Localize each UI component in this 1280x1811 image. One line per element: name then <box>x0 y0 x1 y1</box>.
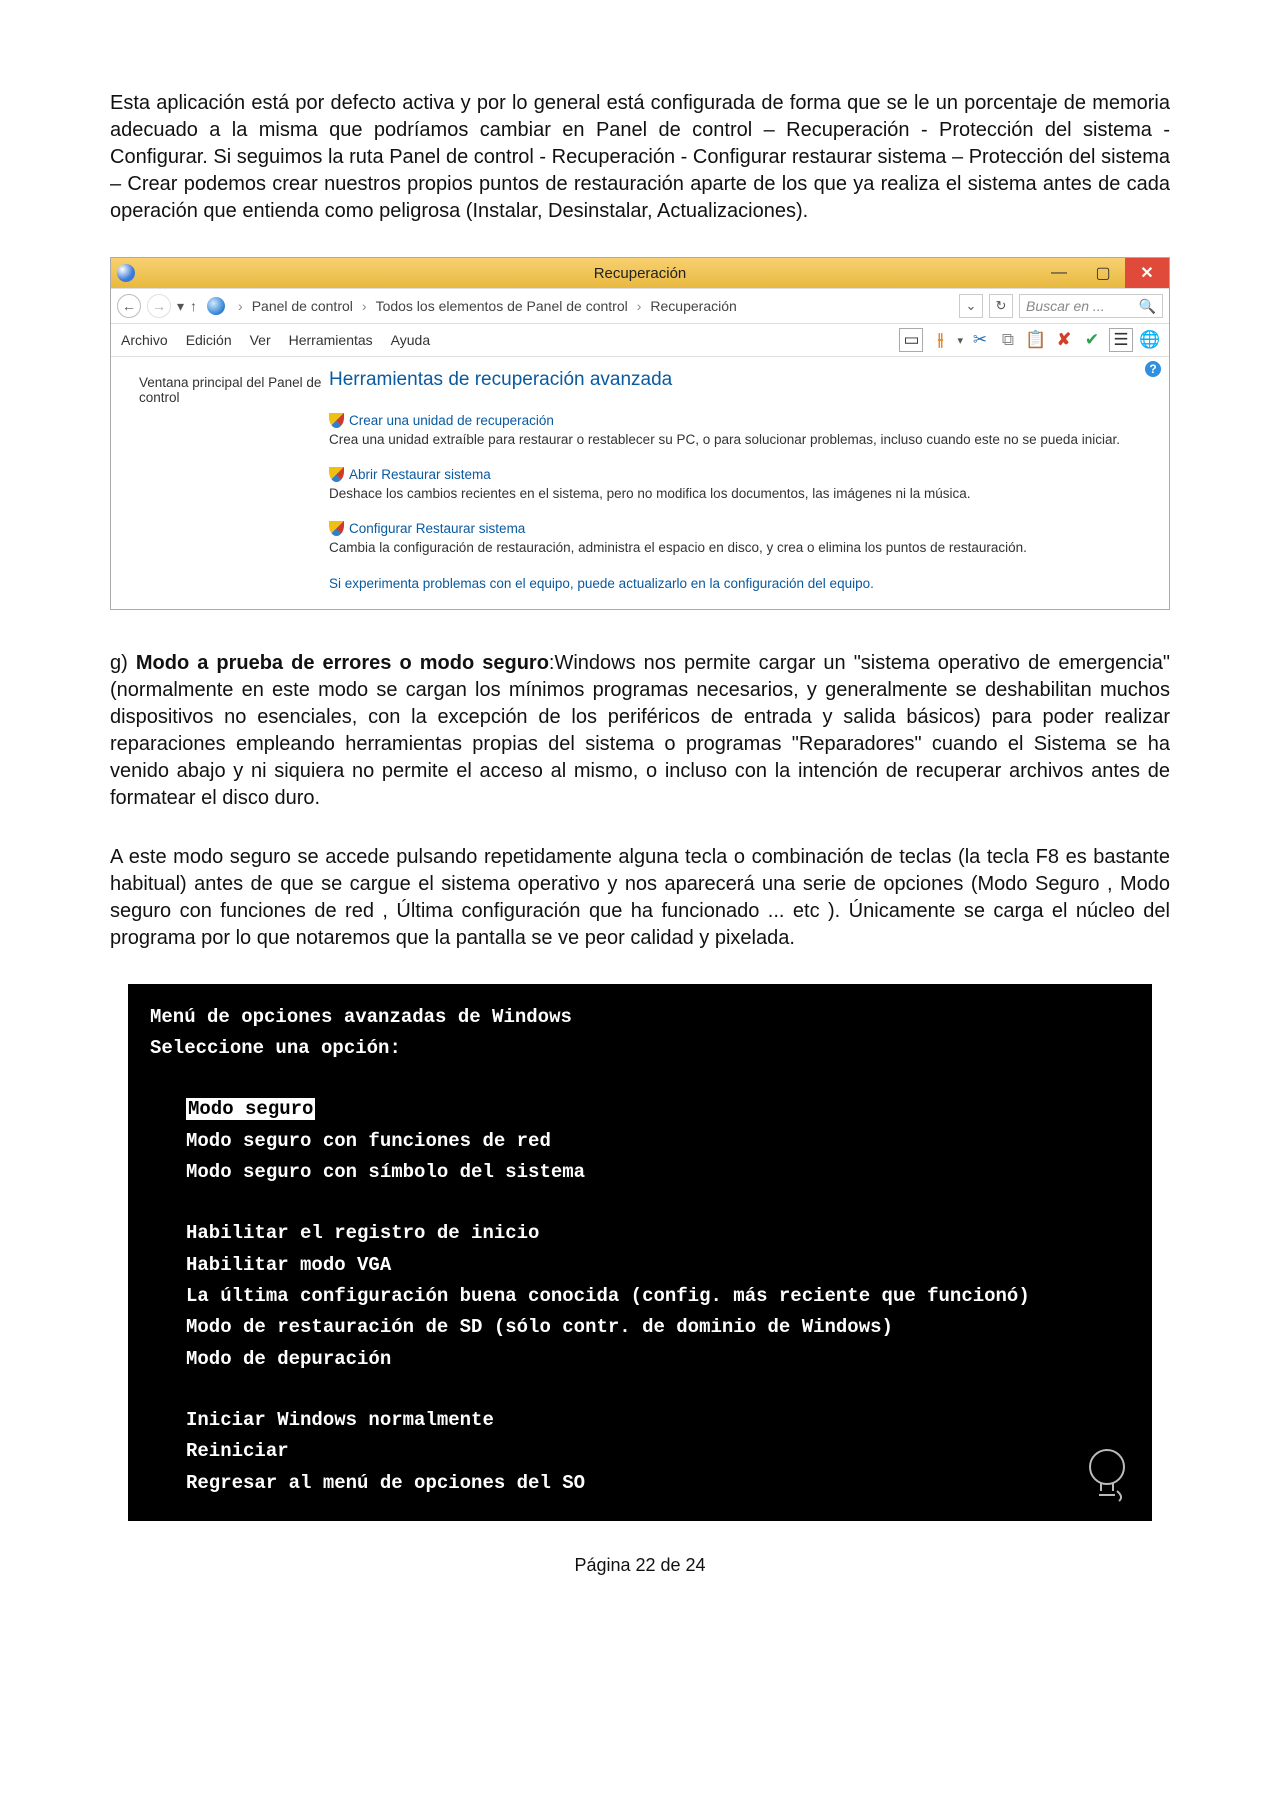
recovery-window: Recuperación — ▢ ✕ ← → ▾ ↑ › Panel de co… <box>110 257 1170 610</box>
back-button[interactable]: ← <box>117 294 141 318</box>
close-button[interactable]: ✕ <box>1125 258 1169 288</box>
recent-dropdown[interactable]: ▾ <box>177 298 184 315</box>
breadcrumb-sep: › <box>634 298 645 314</box>
lightbulb-icon <box>1084 1447 1130 1503</box>
breadcrumb-2[interactable]: Todos los elementos de Panel de control <box>376 298 628 314</box>
breadcrumb-sep: › <box>359 298 370 314</box>
toolbar-dropdown-icon[interactable]: ▾ <box>957 334 963 347</box>
console-line: Seleccione una opción: <box>150 1033 1130 1064</box>
console-option[interactable]: Habilitar modo VGA <box>150 1250 1130 1281</box>
window-titlebar: Recuperación — ▢ ✕ <box>111 258 1169 288</box>
globe-icon[interactable]: 🌐 <box>1139 329 1161 351</box>
location-icon <box>207 297 225 315</box>
console-option[interactable]: Modo seguro con funciones de red <box>150 1126 1130 1157</box>
shield-icon <box>329 521 344 536</box>
console-option[interactable]: Regresar al menú de opciones del SO <box>150 1468 1130 1499</box>
minimize-button[interactable]: — <box>1037 258 1081 288</box>
toolbar-organize-icon[interactable]: ⫲ <box>929 329 951 351</box>
link-open-system-restore[interactable]: Abrir Restaurar sistema <box>329 467 1151 482</box>
boot-menu-console: Menú de opciones avanzadas de Windows Se… <box>128 984 1152 1521</box>
option-desc: Deshace los cambios recientes en el sist… <box>329 485 1151 503</box>
console-option-selected[interactable]: Modo seguro <box>186 1098 315 1120</box>
shield-icon <box>329 413 344 428</box>
recovery-heading: Herramientas de recuperación avanzada <box>329 369 1151 391</box>
paste-icon[interactable]: 📋 <box>1025 329 1047 351</box>
paragraph-1: Esta aplicación está por defecto activa … <box>110 90 1170 225</box>
link-label: Configurar Restaurar sistema <box>349 521 525 536</box>
window-title: Recuperación <box>111 265 1169 282</box>
page-number: Página 22 de 24 <box>110 1555 1170 1576</box>
maximize-button[interactable]: ▢ <box>1081 258 1125 288</box>
cut-icon[interactable]: ✂ <box>969 329 991 351</box>
address-bar: ← → ▾ ↑ › Panel de control › Todos los e… <box>111 288 1169 324</box>
console-option[interactable]: Habilitar el registro de inicio <box>150 1218 1130 1249</box>
link-label: Abrir Restaurar sistema <box>349 467 491 482</box>
para2-prefix: g) <box>110 652 136 674</box>
search-input[interactable]: Buscar en ... 🔍 <box>1019 294 1163 318</box>
console-option[interactable]: Modo de restauración de SD (sólo contr. … <box>150 1312 1130 1343</box>
breadcrumb-1[interactable]: Panel de control <box>252 298 353 314</box>
forward-button[interactable]: → <box>147 294 171 318</box>
paragraph-3: A este modo seguro se accede pulsando re… <box>110 844 1170 952</box>
breadcrumb-3[interactable]: Recuperación <box>650 298 736 314</box>
menu-bar: Archivo Edición Ver Herramientas Ayuda ▭… <box>111 324 1169 357</box>
shield-icon <box>329 467 344 482</box>
link-label: Crear una unidad de recuperación <box>349 413 554 428</box>
para2-bold: Modo a prueba de errores o modo seguro <box>136 652 549 674</box>
option-desc: Crea una unidad extraíble para restaurar… <box>329 431 1151 449</box>
apply-icon[interactable]: ✔ <box>1081 329 1103 351</box>
option-open-system-restore: Abrir Restaurar sistema Deshace los camb… <box>329 467 1151 503</box>
para2-rest: :Windows nos permite cargar un "sistema … <box>110 652 1170 809</box>
delete-icon[interactable]: ✘ <box>1053 329 1075 351</box>
refresh-button[interactable]: ↻ <box>989 294 1013 318</box>
toolbar-view-icon[interactable]: ▭ <box>899 328 923 352</box>
menu-ver[interactable]: Ver <box>250 332 271 348</box>
sidebar-link-main-panel[interactable]: Ventana principal del Panel de control <box>139 375 329 405</box>
option-create-recovery-drive: Crear una unidad de recuperación Crea un… <box>329 413 1151 449</box>
option-configure-system-restore: Configurar Restaurar sistema Cambia la c… <box>329 521 1151 557</box>
copy-icon[interactable]: ⧉ <box>997 329 1019 351</box>
menu-archivo[interactable]: Archivo <box>121 332 168 348</box>
console-line: Menú de opciones avanzadas de Windows <box>150 1002 1130 1033</box>
console-option[interactable]: Reiniciar <box>150 1436 1130 1467</box>
console-option[interactable]: Modo seguro con símbolo del sistema <box>150 1157 1130 1188</box>
option-desc: Cambia la configuración de restauración,… <box>329 539 1151 557</box>
link-refresh-pc[interactable]: Si experimenta problemas con el equipo, … <box>329 576 1151 591</box>
breadcrumb-sep: › <box>235 298 246 314</box>
paragraph-2: g) Modo a prueba de errores o modo segur… <box>110 650 1170 812</box>
help-icon[interactable]: ? <box>1145 361 1161 377</box>
console-option[interactable]: Modo de depuración <box>150 1344 1130 1375</box>
link-create-recovery-drive[interactable]: Crear una unidad de recuperación <box>329 413 1151 428</box>
window-body: ? Ventana principal del Panel de control… <box>111 357 1169 609</box>
menu-herramientas[interactable]: Herramientas <box>289 332 373 348</box>
search-icon: 🔍 <box>1139 298 1156 315</box>
console-option[interactable]: Iniciar Windows normalmente <box>150 1405 1130 1436</box>
menu-edicion[interactable]: Edición <box>186 332 232 348</box>
console-option[interactable]: La última configuración buena conocida (… <box>150 1281 1130 1312</box>
toolbar-misc-icon[interactable]: ☰ <box>1109 328 1133 352</box>
search-placeholder: Buscar en ... <box>1026 298 1105 314</box>
menu-ayuda[interactable]: Ayuda <box>391 332 430 348</box>
link-configure-system-restore[interactable]: Configurar Restaurar sistema <box>329 521 1151 536</box>
up-button[interactable]: ↑ <box>190 298 197 314</box>
address-dropdown[interactable]: ⌄ <box>959 294 983 318</box>
